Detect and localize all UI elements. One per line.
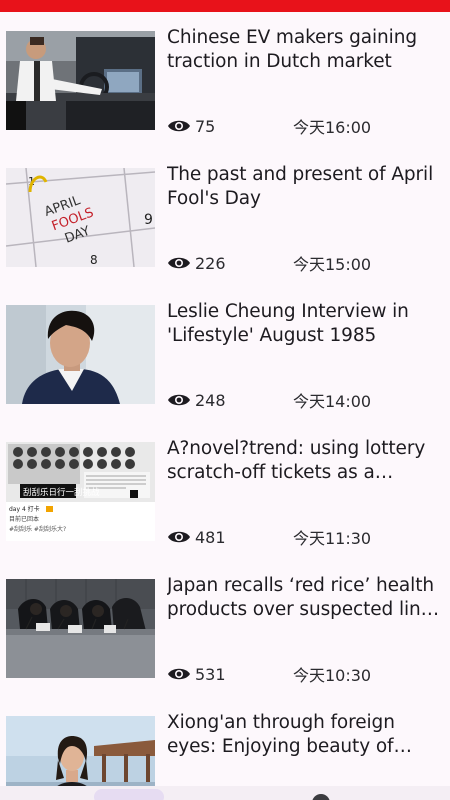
news-meta: 75 今天16:00	[167, 116, 443, 137]
news-meta: 481 今天11:30	[167, 527, 443, 548]
news-feed[interactable]: Chinese EV makers gaining traction in Du…	[0, 12, 450, 800]
news-meta: 226 今天15:00	[167, 253, 443, 274]
news-thumbnail-lottery[interactable]: 刮刮乐日行一刮挑战 day 4 打卡 目前已回本 #刮刮乐 #刮刮乐大?	[6, 442, 155, 541]
bottom-navigation[interactable]	[0, 786, 450, 800]
view-count: 248	[195, 390, 226, 410]
news-item[interactable]: Japan recalls ‘red rice’ health products…	[0, 560, 450, 697]
lottery-line-3: #刮刮乐 #刮刮乐大?	[9, 525, 66, 533]
eye-icon	[168, 668, 190, 680]
eye-icon	[168, 531, 190, 543]
news-item[interactable]: Chinese EV makers gaining traction in Du…	[0, 12, 450, 149]
status-bar	[0, 0, 450, 12]
news-title[interactable]: The past and present of April Fool's Day	[167, 163, 443, 211]
svg-text:8: 8	[90, 253, 98, 267]
lottery-line-2: 目前已回本	[9, 515, 39, 523]
eye-icon	[168, 394, 190, 406]
news-title[interactable]: Leslie Cheung Interview in 'Lifestyle' A…	[167, 300, 443, 348]
news-item[interactable]: 刮刮乐日行一刮挑战 day 4 打卡 目前已回本 #刮刮乐 #刮刮乐大? A?n…	[0, 423, 450, 560]
calendar-image: 1 9 8 APRIL FOOLS DAY	[6, 168, 155, 267]
news-thumbnail-red-rice[interactable]	[6, 579, 155, 678]
view-count: 531	[195, 664, 226, 684]
eye-icon	[168, 120, 190, 132]
lottery-tickets-image: 刮刮乐日行一刮挑战 day 4 打卡 目前已回本 #刮刮乐 #刮刮乐大?	[6, 442, 155, 541]
news-item[interactable]: Xiong'an through foreign eyes: Enjoying …	[0, 697, 450, 800]
publish-time: 今天15:00	[293, 255, 372, 274]
view-count: 226	[195, 253, 226, 273]
eye-icon	[168, 257, 190, 269]
news-item[interactable]: Leslie Cheung Interview in 'Lifestyle' A…	[0, 286, 450, 423]
lottery-banner: 刮刮乐日行一刮挑战	[23, 487, 100, 498]
news-title[interactable]: A?novel?trend: using lottery scratch-off…	[167, 437, 443, 485]
news-thumbnail-april-fools[interactable]: 1 9 8 APRIL FOOLS DAY	[6, 168, 155, 267]
news-item[interactable]: 1 9 8 APRIL FOOLS DAY The past and prese…	[0, 149, 450, 286]
publish-time: 今天16:00	[293, 118, 372, 137]
publish-time: 今天11:30	[293, 529, 372, 548]
news-thumbnail-ev-car[interactable]	[6, 31, 155, 130]
view-count: 481	[195, 527, 226, 547]
news-title[interactable]: Japan recalls ‘red rice’ health products…	[167, 574, 443, 622]
news-title[interactable]: Xiong'an through foreign eyes: Enjoying …	[167, 711, 443, 759]
nav-item-active-indicator[interactable]	[94, 789, 164, 800]
news-title[interactable]: Chinese EV makers gaining traction in Du…	[167, 26, 443, 74]
car-interior-image	[6, 31, 155, 130]
publish-time: 今天10:30	[293, 666, 372, 685]
nav-item-icon[interactable]	[312, 794, 330, 800]
svg-text:9: 9	[144, 212, 153, 228]
publish-time: 今天14:00	[293, 392, 372, 411]
news-thumbnail-leslie-cheung[interactable]	[6, 305, 155, 404]
press-conference-image	[6, 579, 155, 678]
view-count: 75	[195, 116, 216, 136]
lottery-line-1: day 4 打卡	[9, 505, 40, 513]
news-meta: 531 今天10:30	[167, 664, 443, 685]
news-meta: 248 今天14:00	[167, 390, 443, 411]
portrait-image	[6, 305, 155, 404]
